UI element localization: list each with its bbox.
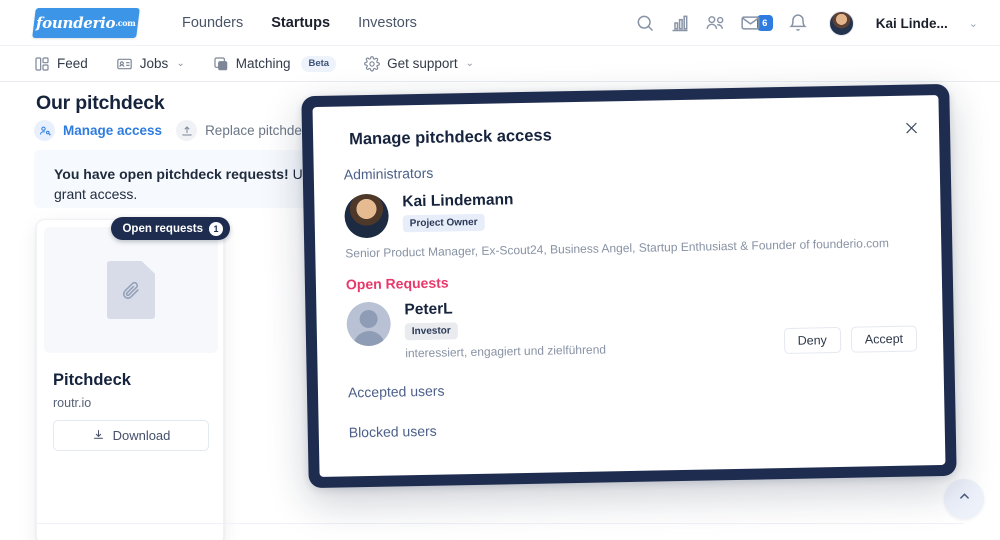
download-button[interactable]: Download <box>53 420 209 451</box>
subnav-label-matching: Matching <box>235 56 291 71</box>
subnav-item-jobs[interactable]: Jobs ⌄ <box>116 56 185 72</box>
open-requests-badge-count: 1 <box>209 221 223 236</box>
dashboard-icon <box>34 56 50 72</box>
manage-access-modal: Manage pitchdeck access Administrators K… <box>301 83 957 489</box>
chevron-down-icon[interactable]: ⌄ <box>466 58 474 69</box>
primary-nav: Founders Startups Investors <box>182 15 417 31</box>
section-administrators: Administrators <box>343 164 434 183</box>
analytics-icon[interactable] <box>670 13 690 33</box>
id-card-icon <box>116 56 133 72</box>
subnav-label-feed: Feed <box>57 56 88 71</box>
avatar <box>344 193 390 239</box>
open-requests-badge-label: Open requests <box>122 222 203 235</box>
pitchdeck-subtitle: routr.io <box>53 396 92 410</box>
nav-item-founders[interactable]: Founders <box>182 15 243 31</box>
pitchdeck-thumbnail: Open requests 1 <box>44 217 230 353</box>
page-title: Our pitchdeck <box>36 92 165 114</box>
nav-item-startups[interactable]: Startups <box>271 15 330 31</box>
founderio-logo[interactable]: founderio.com <box>32 7 140 38</box>
subnav-label-jobs: Jobs <box>139 56 169 71</box>
page-actions: Manage access Replace pitchdeck <box>34 120 315 141</box>
paperclip-icon <box>107 261 155 319</box>
download-icon <box>92 428 105 444</box>
top-header: founderio.com Founders Startups Investor… <box>0 0 1000 46</box>
pitchdeck-card[interactable]: Open requests 1 Pitchdeck routr.io Downl… <box>36 217 230 540</box>
request-role-badge: Investor <box>404 322 458 341</box>
replace-pitchdeck-button[interactable]: Replace pitchdeck <box>176 120 315 141</box>
close-icon[interactable] <box>901 117 921 137</box>
user-key-icon <box>34 120 55 141</box>
administrator-name: Kai Lindemann <box>402 191 514 211</box>
chevron-down-icon[interactable]: ⌄ <box>969 17 978 30</box>
people-icon[interactable] <box>705 13 725 33</box>
section-blocked-users: Blocked users <box>348 422 437 441</box>
logo-suffix: .com <box>115 17 136 28</box>
accept-button[interactable]: Accept <box>850 325 918 353</box>
manage-access-button[interactable]: Manage access <box>34 120 162 141</box>
user-name[interactable]: Kai Linde... <box>876 16 948 31</box>
notice-line-two: grant access. <box>54 186 138 203</box>
section-accepted-users: Accepted users <box>347 382 445 401</box>
chevron-up-icon <box>957 489 972 509</box>
mail-icon[interactable] <box>740 13 760 33</box>
replace-pitchdeck-label: Replace pitchdeck <box>205 123 316 138</box>
header-right-tools: 6 Kai Linde... ⌄ <box>635 0 978 46</box>
scroll-to-top-button[interactable] <box>944 479 984 519</box>
subnav-item-get-support[interactable]: Get support ⌄ <box>364 55 474 72</box>
manage-access-label: Manage access <box>63 123 163 138</box>
upload-icon <box>176 120 198 141</box>
layers-icon <box>213 56 229 72</box>
beta-badge: Beta <box>301 55 337 72</box>
app-root: founderio.com Founders Startups Investor… <box>0 0 1000 540</box>
bell-icon[interactable] <box>788 13 808 33</box>
open-request-row: PeterL Investor interessiert, engagiert … <box>346 300 606 360</box>
section-open-requests: Open Requests <box>345 274 449 293</box>
request-user-name: PeterL <box>404 300 453 319</box>
section-divider <box>36 523 964 524</box>
search-icon[interactable] <box>635 13 655 33</box>
modal-title: Manage pitchdeck access <box>348 126 552 149</box>
secondary-nav: Feed Jobs ⌄ Matching Beta Get support ⌄ <box>0 46 1000 82</box>
subnav-label-get-support: Get support <box>387 56 458 71</box>
avatar <box>346 301 392 347</box>
deny-button[interactable]: Deny <box>783 326 842 355</box>
administrator-bio: Senior Product Manager, Ex-Scout24, Busi… <box>345 236 890 261</box>
request-action-buttons: Deny Accept <box>783 325 918 355</box>
subnav-item-matching[interactable]: Matching Beta <box>213 55 337 72</box>
mail-with-badge[interactable]: 6 <box>740 13 773 33</box>
request-user-bio: interessiert, engagiert und zielführend <box>405 342 607 361</box>
chevron-down-icon[interactable]: ⌄ <box>176 58 184 69</box>
nav-item-investors[interactable]: Investors <box>358 15 417 31</box>
download-label: Download <box>112 428 171 443</box>
administrator-role-badge: Project Owner <box>402 213 485 233</box>
subnav-item-feed[interactable]: Feed <box>34 56 88 72</box>
notice-bold-text: You have open pitchdeck requests! <box>54 166 289 182</box>
open-requests-badge[interactable]: Open requests 1 <box>111 217 230 240</box>
gear-icon <box>364 55 380 72</box>
pitchdeck-name: Pitchdeck <box>53 371 131 389</box>
modal-body: Manage pitchdeck access Administrators K… <box>312 95 946 477</box>
logo-text: founderio <box>36 13 116 32</box>
avatar[interactable] <box>828 10 854 36</box>
